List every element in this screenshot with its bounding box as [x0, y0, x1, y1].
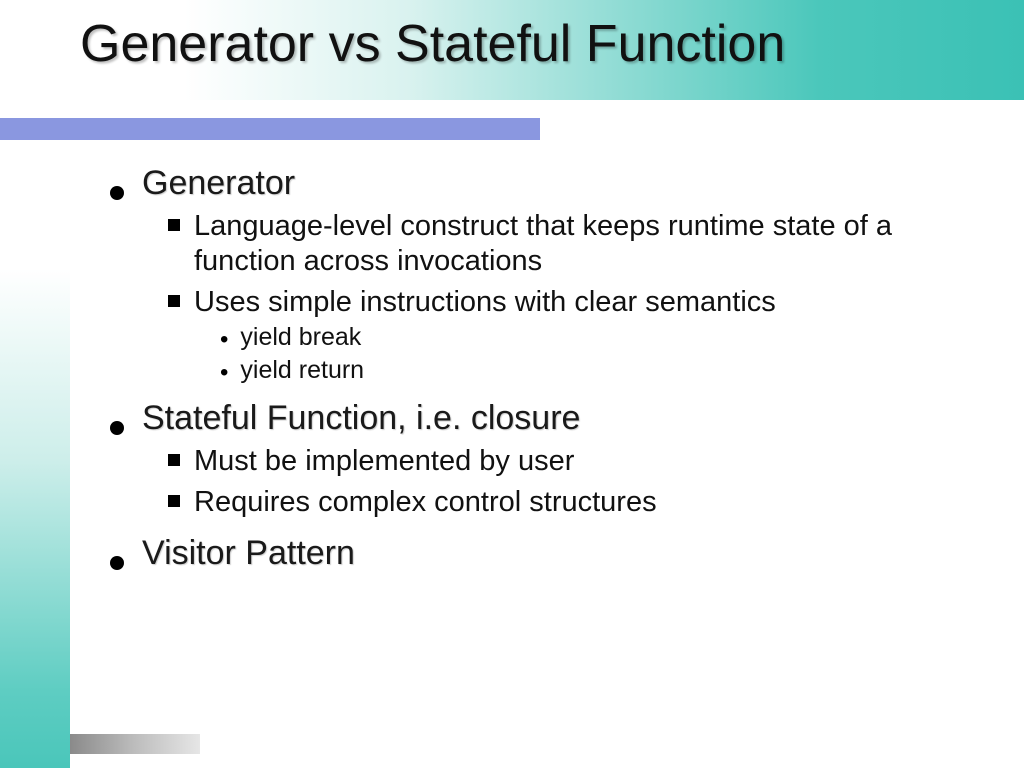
disc-bullet-icon	[110, 556, 124, 570]
title-underline-bar	[0, 118, 540, 140]
subbullet-text: Uses simple instructions with clear sema…	[194, 285, 776, 320]
bottom-bar-decor	[70, 734, 200, 754]
bullet-generator: Generator	[110, 164, 984, 203]
subbullet-text: Requires complex control structures	[194, 485, 657, 520]
square-bullet-icon	[168, 219, 180, 231]
square-bullet-icon	[168, 495, 180, 507]
subbullet-text: Must be implemented by user	[194, 444, 574, 479]
subsubbullet: • yield break	[220, 323, 984, 352]
slide-body: Generator Language-level construct that …	[110, 150, 984, 579]
subbullet: Must be implemented by user	[168, 444, 984, 479]
square-bullet-icon	[168, 295, 180, 307]
subbullet: Uses simple instructions with clear sema…	[168, 285, 984, 320]
square-bullet-icon	[168, 454, 180, 466]
slide-title: Generator vs Stateful Function	[80, 14, 785, 74]
disc-bullet-icon	[110, 421, 124, 435]
subbullet-text: Language-level construct that keeps runt…	[194, 209, 964, 279]
dot-bullet-icon: •	[220, 361, 228, 385]
left-gradient-decor	[0, 0, 70, 768]
bullet-heading: Generator	[142, 164, 295, 203]
bullet-heading: Stateful Function, i.e. closure	[142, 399, 580, 438]
bullet-heading: Visitor Pattern	[142, 534, 355, 573]
subsubbullet: • yield return	[220, 356, 984, 385]
bullet-stateful-function: Stateful Function, i.e. closure	[110, 399, 984, 438]
subsubbullet-text: yield break	[240, 323, 361, 352]
subbullet: Requires complex control structures	[168, 485, 984, 520]
disc-bullet-icon	[110, 186, 124, 200]
bullet-visitor-pattern: Visitor Pattern	[110, 534, 984, 573]
subbullet: Language-level construct that keeps runt…	[168, 209, 984, 279]
subsubbullet-text: yield return	[240, 356, 364, 385]
dot-bullet-icon: •	[220, 328, 228, 352]
